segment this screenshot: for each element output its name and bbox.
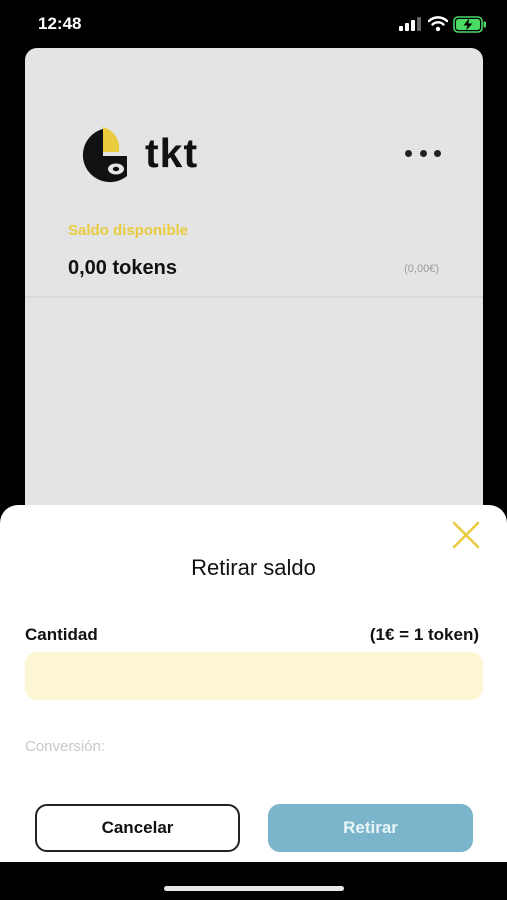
- wifi-icon: [428, 16, 448, 32]
- more-icon[interactable]: [405, 147, 441, 159]
- tkt-logo: [82, 127, 127, 183]
- balance-tokens: 0,00 tokens: [68, 257, 177, 279]
- amount-input[interactable]: [25, 652, 483, 700]
- balance-euros: (0,00€): [404, 263, 439, 275]
- card-divider: [25, 296, 483, 298]
- status-bar: 12:48: [0, 0, 507, 48]
- cancel-button[interactable]: Cancelar: [35, 804, 240, 852]
- bottom-bar: [0, 862, 507, 900]
- withdraw-sheet: Retirar saldo Cantidad (1€ = 1 token) Co…: [0, 505, 507, 862]
- wallet-card: tkt Saldo disponible 0,00 tokens (0,00€): [25, 48, 483, 528]
- brand-name: tkt: [145, 130, 199, 176]
- conversion-label: Conversión:: [25, 738, 106, 755]
- withdraw-button[interactable]: Retirar: [268, 804, 473, 852]
- status-time: 12:48: [38, 14, 82, 33]
- rate-label: (1€ = 1 token): [369, 625, 479, 644]
- battery-charging-icon: [453, 16, 486, 33]
- home-indicator[interactable]: [164, 886, 344, 891]
- balance-label: Saldo disponible: [68, 222, 189, 239]
- amount-label: Cantidad: [25, 625, 98, 644]
- close-icon[interactable]: [449, 518, 483, 552]
- signal-icon: [399, 17, 421, 31]
- sheet-title: Retirar saldo: [191, 555, 316, 580]
